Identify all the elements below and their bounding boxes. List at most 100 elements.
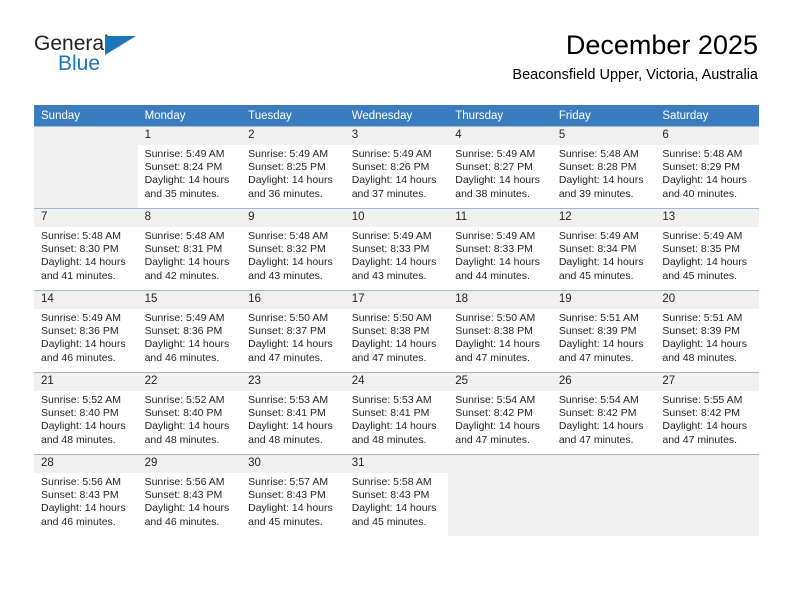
general-blue-logo: General Blue bbox=[34, 32, 214, 84]
calendar-day[interactable]: 9 Sunrise: 5:48 AM Sunset: 8:32 PM Daylight… bbox=[241, 208, 345, 290]
sunset-text: Sunset: 8:36 PM bbox=[144, 325, 223, 338]
calendar-day[interactable]: 31 Sunrise: 5:58 AM Sunset: 8:43 PM Dayligh… bbox=[344, 454, 449, 536]
calendar-day-cell[interactable]: 11 Sunrise: 5:49 AM Sunset: 8:33 PM Dayligh… bbox=[448, 208, 552, 290]
calendar-day-cell[interactable]: 25 Sunrise: 5:54 AM Sunset: 8:42 PM Dayligh… bbox=[448, 372, 552, 454]
calendar-day[interactable]: 24 Sunrise: 5:53 AM Sunset: 8:41 PM Dayligh… bbox=[344, 372, 449, 454]
calendar-day[interactable]: 13 Sunrise: 5:49 AM Sunset: 8:35 PM Dayligh… bbox=[655, 208, 759, 290]
daylight-text-line2: and 48 minutes. bbox=[144, 433, 220, 446]
calendar-day[interactable]: 10 Sunrise: 5:49 AM Sunset: 8:33 PM Dayligh… bbox=[344, 208, 449, 290]
calendar-day[interactable]: 25 Sunrise: 5:54 AM Sunset: 8:42 PM Dayligh… bbox=[448, 372, 552, 454]
calendar-day[interactable]: 14 Sunrise: 5:49 AM Sunset: 8:36 PM Dayligh… bbox=[34, 290, 138, 372]
logo-triangle-icon bbox=[105, 36, 136, 55]
calendar-day-cell[interactable]: 23 Sunrise: 5:53 AM Sunset: 8:41 PM Dayligh… bbox=[241, 372, 345, 454]
daylight-text-line2: and 48 minutes. bbox=[662, 351, 738, 364]
calendar-day-cell[interactable]: 30 Sunrise: 5:57 AM Sunset: 8:43 PM Dayligh… bbox=[241, 454, 345, 536]
sunset-text: Sunset: 8:32 PM bbox=[248, 243, 326, 256]
calendar-day[interactable]: 16 Sunrise: 5:50 AM Sunset: 8:37 PM Dayligh… bbox=[241, 290, 345, 372]
calendar-day-cell[interactable]: 16 Sunrise: 5:50 AM Sunset: 8:37 PM Dayligh… bbox=[241, 290, 345, 372]
calendar-day-cell[interactable]: 6 Sunrise: 5:48 AM Sunset: 8:29 PM Daylight… bbox=[655, 126, 759, 208]
daylight-text-line1: Daylight: 14 hours bbox=[248, 502, 333, 515]
calendar-day[interactable]: 21 Sunrise: 5:52 AM Sunset: 8:40 PM Dayligh… bbox=[34, 372, 138, 454]
calendar-day[interactable]: 11 Sunrise: 5:49 AM Sunset: 8:33 PM Dayligh… bbox=[448, 208, 552, 290]
day-number: 1 bbox=[137, 127, 242, 145]
day-sun-info: Sunrise: 5:51 AM Sunset: 8:39 PM Daylight:… bbox=[552, 309, 656, 365]
calendar-day-cell[interactable]: 12 Sunrise: 5:49 AM Sunset: 8:34 PM Dayligh… bbox=[551, 208, 656, 290]
day-sun-info: Sunrise: 5:49 AM Sunset: 8:33 PM Daylight:… bbox=[448, 227, 552, 283]
calendar-day[interactable]: 22 Sunrise: 5:52 AM Sunset: 8:40 PM Dayligh… bbox=[137, 372, 242, 454]
calendar-day[interactable]: 2 Sunrise: 5:49 AM Sunset: 8:25 PM Daylight… bbox=[241, 126, 345, 208]
calendar-day[interactable]: 12 Sunrise: 5:49 AM Sunset: 8:34 PM Dayligh… bbox=[551, 208, 656, 290]
calendar-day-cell[interactable]: 9 Sunrise: 5:48 AM Sunset: 8:32 PM Daylight… bbox=[241, 208, 345, 290]
sunset-text: Sunset: 8:40 PM bbox=[144, 407, 223, 420]
calendar-day[interactable]: 19 Sunrise: 5:51 AM Sunset: 8:39 PM Dayligh… bbox=[551, 290, 656, 372]
calendar-day-empty bbox=[448, 454, 552, 536]
sunset-text: Sunset: 8:33 PM bbox=[351, 243, 430, 256]
calendar-day[interactable]: 3 Sunrise: 5:49 AM Sunset: 8:26 PM Daylight… bbox=[344, 126, 449, 208]
calendar-day-cell[interactable]: 10 Sunrise: 5:49 AM Sunset: 8:33 PM Dayligh… bbox=[344, 208, 449, 290]
calendar-day-cell[interactable]: 24 Sunrise: 5:53 AM Sunset: 8:41 PM Dayligh… bbox=[344, 372, 449, 454]
calendar-day-cell[interactable]: 28 Sunrise: 5:56 AM Sunset: 8:43 PM Dayligh… bbox=[34, 454, 138, 536]
calendar-day-cell[interactable]: 8 Sunrise: 5:48 AM Sunset: 8:31 PM Daylight… bbox=[137, 208, 242, 290]
calendar-day-cell[interactable]: 20 Sunrise: 5:51 AM Sunset: 8:39 PM Dayligh… bbox=[655, 290, 759, 372]
calendar-day[interactable]: 6 Sunrise: 5:48 AM Sunset: 8:29 PM Daylight… bbox=[655, 126, 759, 208]
calendar-day[interactable]: 4 Sunrise: 5:49 AM Sunset: 8:27 PM Daylight… bbox=[448, 126, 552, 208]
calendar-day-cell[interactable]: 17 Sunrise: 5:50 AM Sunset: 8:38 PM Dayligh… bbox=[344, 290, 449, 372]
sunset-text: Sunset: 8:41 PM bbox=[248, 407, 326, 420]
daylight-text-line2: and 47 minutes. bbox=[455, 433, 530, 446]
calendar-day-cell[interactable]: 13 Sunrise: 5:49 AM Sunset: 8:35 PM Dayligh… bbox=[655, 208, 759, 290]
day-sun-info: Sunrise: 5:58 AM Sunset: 8:43 PM Daylight:… bbox=[345, 473, 449, 529]
calendar-day[interactable]: 15 Sunrise: 5:49 AM Sunset: 8:36 PM Dayligh… bbox=[137, 290, 242, 372]
calendar-day[interactable]: 27 Sunrise: 5:55 AM Sunset: 8:42 PM Dayligh… bbox=[655, 372, 759, 454]
day-number: 31 bbox=[344, 455, 449, 473]
calendar-day-cell[interactable]: 21 Sunrise: 5:52 AM Sunset: 8:40 PM Dayligh… bbox=[34, 372, 138, 454]
calendar-day-cell[interactable]: 3 Sunrise: 5:49 AM Sunset: 8:26 PM Daylight… bbox=[344, 126, 449, 208]
calendar-day-cell[interactable]: 7 Sunrise: 5:48 AM Sunset: 8:30 PM Daylight… bbox=[34, 208, 138, 290]
sunrise-text: Sunrise: 5:53 AM bbox=[351, 394, 432, 406]
calendar-day-cell[interactable] bbox=[655, 454, 759, 536]
calendar-day-cell[interactable]: 14 Sunrise: 5:49 AM Sunset: 8:36 PM Dayligh… bbox=[34, 290, 138, 372]
calendar-day[interactable]: 5 Sunrise: 5:48 AM Sunset: 8:28 PM Daylight… bbox=[551, 126, 656, 208]
calendar-day-cell[interactable]: 19 Sunrise: 5:51 AM Sunset: 8:39 PM Dayligh… bbox=[551, 290, 656, 372]
calendar-day-cell[interactable]: 29 Sunrise: 5:56 AM Sunset: 8:43 PM Dayligh… bbox=[137, 454, 242, 536]
calendar-day-cell[interactable]: 22 Sunrise: 5:52 AM Sunset: 8:40 PM Dayligh… bbox=[137, 372, 242, 454]
calendar-day-cell[interactable]: 2 Sunrise: 5:49 AM Sunset: 8:25 PM Daylight… bbox=[241, 126, 345, 208]
calendar-day-cell[interactable]: 26 Sunrise: 5:54 AM Sunset: 8:42 PM Dayligh… bbox=[551, 372, 656, 454]
calendar-day[interactable]: 18 Sunrise: 5:50 AM Sunset: 8:38 PM Dayligh… bbox=[448, 290, 552, 372]
calendar-day[interactable]: 28 Sunrise: 5:56 AM Sunset: 8:43 PM Dayligh… bbox=[34, 454, 138, 536]
day-sun-info: Sunrise: 5:56 AM Sunset: 8:43 PM Daylight:… bbox=[138, 473, 242, 529]
calendar-day-cell[interactable]: 5 Sunrise: 5:48 AM Sunset: 8:28 PM Daylight… bbox=[551, 126, 656, 208]
calendar-day[interactable]: 8 Sunrise: 5:48 AM Sunset: 8:31 PM Daylight… bbox=[137, 208, 242, 290]
calendar-week-row: 14 Sunrise: 5:49 AM Sunset: 8:36 PM Dayligh… bbox=[34, 290, 759, 372]
calendar-day-cell[interactable] bbox=[448, 454, 552, 536]
calendar-day[interactable]: 1 Sunrise: 5:49 AM Sunset: 8:24 PM Daylight… bbox=[137, 126, 242, 208]
sunrise-text: Sunrise: 5:50 AM bbox=[248, 312, 329, 324]
day-sun-info: Sunrise: 5:49 AM Sunset: 8:25 PM Daylight:… bbox=[241, 145, 345, 201]
sunrise-text: Sunrise: 5:49 AM bbox=[248, 148, 329, 160]
calendar-day[interactable]: 30 Sunrise: 5:57 AM Sunset: 8:43 PM Dayligh… bbox=[241, 454, 345, 536]
daylight-text-line1: Daylight: 14 hours bbox=[558, 338, 644, 351]
calendar-day-cell[interactable] bbox=[34, 126, 138, 208]
calendar-day[interactable]: 20 Sunrise: 5:51 AM Sunset: 8:39 PM Dayligh… bbox=[655, 290, 759, 372]
daylight-text-line2: and 47 minutes. bbox=[351, 351, 427, 364]
sunset-text: Sunset: 8:35 PM bbox=[662, 243, 741, 256]
calendar-day[interactable]: 26 Sunrise: 5:54 AM Sunset: 8:42 PM Dayligh… bbox=[551, 372, 656, 454]
calendar-day-cell[interactable]: 4 Sunrise: 5:49 AM Sunset: 8:27 PM Daylight… bbox=[448, 126, 552, 208]
sunrise-text: Sunrise: 5:48 AM bbox=[558, 148, 639, 160]
calendar-day-cell[interactable]: 1 Sunrise: 5:49 AM Sunset: 8:24 PM Daylight… bbox=[137, 126, 242, 208]
calendar-week-row: 1 Sunrise: 5:49 AM Sunset: 8:24 PM Daylight… bbox=[34, 126, 759, 208]
day-sun-info: Sunrise: 5:49 AM Sunset: 8:35 PM Daylight:… bbox=[655, 227, 759, 283]
calendar-day-cell[interactable] bbox=[551, 454, 656, 536]
sunset-text: Sunset: 8:29 PM bbox=[662, 161, 741, 174]
calendar-day[interactable]: 23 Sunrise: 5:53 AM Sunset: 8:41 PM Dayligh… bbox=[241, 372, 345, 454]
sunset-text: Sunset: 8:24 PM bbox=[144, 161, 223, 174]
day-number: 10 bbox=[344, 209, 449, 227]
calendar-day-cell[interactable]: 15 Sunrise: 5:49 AM Sunset: 8:36 PM Dayligh… bbox=[137, 290, 242, 372]
calendar-day-cell[interactable]: 27 Sunrise: 5:55 AM Sunset: 8:42 PM Dayligh… bbox=[655, 372, 759, 454]
calendar-day-cell[interactable]: 31 Sunrise: 5:58 AM Sunset: 8:43 PM Dayligh… bbox=[344, 454, 449, 536]
calendar-day[interactable]: 7 Sunrise: 5:48 AM Sunset: 8:30 PM Daylight… bbox=[34, 208, 138, 290]
calendar-day[interactable]: 29 Sunrise: 5:56 AM Sunset: 8:43 PM Dayligh… bbox=[137, 454, 242, 536]
calendar-day-cell[interactable]: 18 Sunrise: 5:50 AM Sunset: 8:38 PM Dayligh… bbox=[448, 290, 552, 372]
daylight-text-line1: Daylight: 14 hours bbox=[662, 174, 748, 187]
calendar-week-row: 21 Sunrise: 5:52 AM Sunset: 8:40 PM Dayligh… bbox=[34, 372, 759, 454]
calendar-day[interactable]: 17 Sunrise: 5:50 AM Sunset: 8:38 PM Dayligh… bbox=[344, 290, 449, 372]
